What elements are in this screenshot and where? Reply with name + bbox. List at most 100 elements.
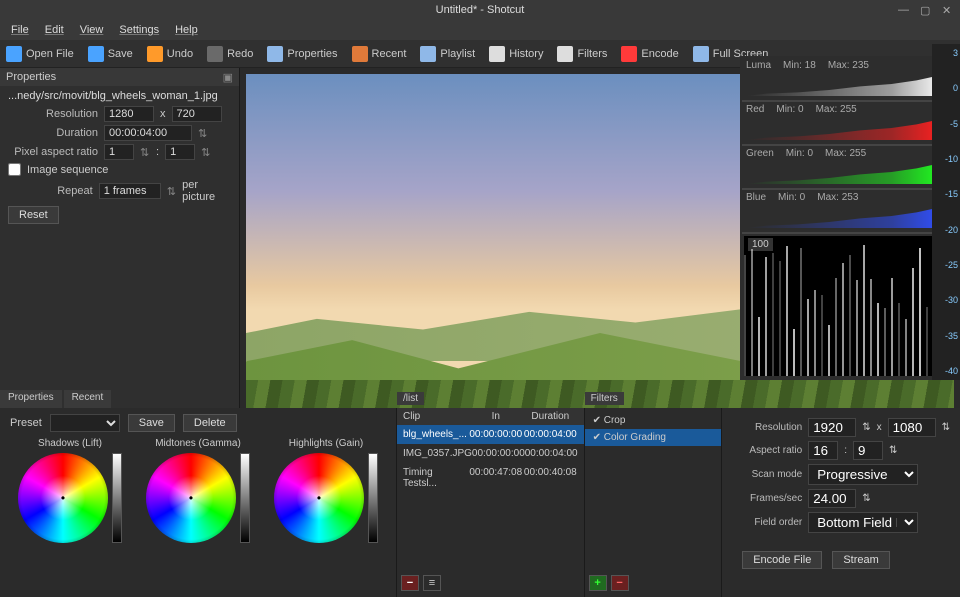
toolbar-filters[interactable]: Filters (557, 46, 607, 62)
filter-item-crop[interactable]: ✔ Crop (585, 412, 722, 429)
encode-file-button[interactable]: Encode File (742, 551, 822, 569)
color-wheel[interactable] (18, 453, 108, 543)
window-title: Untitled* - Shotcut (436, 4, 525, 16)
color-wheel[interactable] (274, 453, 364, 543)
toolbar-undo[interactable]: Undo (147, 46, 193, 62)
scope-min: Min: 18 (783, 60, 816, 71)
toolbar-recent[interactable]: Recent (352, 46, 407, 62)
column-duration[interactable]: Duration (523, 411, 578, 422)
scope-luma: LumaMin: 18Max: 235 (742, 58, 958, 102)
color-wheel[interactable] (146, 453, 236, 543)
properties-title: Properties (6, 71, 56, 83)
scope-min: Min: 0 (786, 148, 813, 159)
column-in[interactable]: In (468, 411, 523, 422)
list-mode-button[interactable]: ≡ (423, 575, 441, 591)
minimize-icon[interactable]: — (898, 4, 910, 16)
menu-settings[interactable]: Settings (112, 22, 166, 38)
reset-button[interactable]: Reset (8, 206, 59, 224)
wheel-label: Shadows (Lift) (10, 438, 130, 449)
spinner-icon[interactable]: ⇅ (198, 127, 208, 140)
toolbar-encode[interactable]: Encode (621, 46, 678, 62)
preset-save-button[interactable]: Save (128, 414, 175, 432)
scope-blue: Blue Min: 0 Max: 253 (742, 190, 958, 234)
export-width-input[interactable] (808, 418, 856, 437)
aspect-label: Aspect ratio (732, 445, 802, 456)
brightness-slider[interactable] (240, 453, 250, 543)
remove-filter-button[interactable]: − (611, 575, 629, 591)
clip-row[interactable]: Timing Testsl...00:00:47:0800:00:40:08 (397, 463, 584, 493)
wheel-shadows: Shadows (Lift) (10, 438, 130, 543)
repeat-label: Repeat (8, 185, 93, 197)
spinner-icon[interactable]: ⇅ (140, 146, 150, 159)
spinner-icon[interactable]: ⇅ (862, 422, 870, 433)
close-icon[interactable]: ✕ (942, 4, 954, 16)
brightness-slider[interactable] (112, 453, 122, 543)
tab-recent[interactable]: Recent (64, 390, 112, 408)
brightness-slider[interactable] (368, 453, 378, 543)
histogram (746, 72, 954, 96)
preset-delete-button[interactable]: Delete (183, 414, 237, 432)
toolbar-open-file[interactable]: Open File (6, 46, 74, 62)
scope-name: Blue (746, 192, 766, 203)
maximize-icon[interactable]: ▢ (920, 4, 932, 16)
save-icon (88, 46, 104, 62)
stream-button[interactable]: Stream (832, 551, 889, 569)
scan-mode-select[interactable]: Progressive (808, 464, 918, 485)
playlist-icon (420, 46, 436, 62)
resolution-height-input[interactable] (172, 106, 222, 122)
toolbar-label: Playlist (440, 48, 475, 60)
column-clip[interactable]: Clip (403, 411, 468, 422)
scope-max: Max: 253 (817, 192, 858, 203)
titlebar: Untitled* - Shotcut — ▢ ✕ (0, 0, 960, 20)
x-label: x (160, 108, 166, 120)
par-a-input[interactable] (104, 144, 134, 160)
toolbar-playlist[interactable]: Playlist (420, 46, 475, 62)
scope-min: Min: 0 (778, 192, 805, 203)
panel-close-icon[interactable]: ▣ (223, 71, 233, 84)
scope-max: Max: 235 (828, 60, 869, 71)
tab-properties[interactable]: Properties (0, 390, 62, 408)
file-path: ...nedy/src/movit/blg_wheels_woman_1.jpg (8, 90, 231, 102)
fps-input[interactable] (808, 489, 856, 508)
resolution-width-input[interactable] (104, 106, 154, 122)
aspect-a-input[interactable] (808, 441, 838, 460)
image-sequence-label: Image sequence (27, 164, 108, 176)
menu-edit[interactable]: Edit (38, 22, 71, 38)
menu-file[interactable]: File (4, 22, 36, 38)
filter-item-color-grading[interactable]: ✔ Color Grading (585, 429, 722, 446)
clip-row[interactable]: blg_wheels_...00:00:00:0000:00:04:00 (397, 425, 584, 444)
toolbar-redo[interactable]: Redo (207, 46, 253, 62)
spinner-icon[interactable]: ⇅ (862, 493, 870, 504)
db-scale: 30-5-10-15-20-25-30-35-40 (932, 44, 960, 380)
aspect-b-input[interactable] (853, 441, 883, 460)
toolbar-label: Undo (167, 48, 193, 60)
fps-label: Frames/sec (732, 493, 802, 504)
export-height-input[interactable] (888, 418, 936, 437)
wheel-midtones: Midtones (Gamma) (138, 438, 258, 543)
menu-view[interactable]: View (73, 22, 111, 38)
scope-name: Green (746, 148, 774, 159)
menubar: FileEditViewSettingsHelp (0, 20, 960, 40)
remove-clip-button[interactable]: − (401, 575, 419, 591)
preset-select[interactable] (50, 414, 120, 432)
spinner-icon[interactable]: ⇅ (201, 146, 211, 159)
repeat-input[interactable] (99, 183, 161, 199)
spinner-icon[interactable]: ⇅ (889, 445, 897, 456)
field-order-select[interactable]: Bottom Field First (808, 512, 918, 533)
toolbar-label: Open File (26, 48, 74, 60)
wheel-label: Highlights (Gain) (266, 438, 386, 449)
toolbar-label: Recent (372, 48, 407, 60)
color-grading-panel: Preset Save Delete Shadows (Lift)Midtone… (0, 408, 396, 597)
clip-row[interactable]: IMG_0357.JPG00:00:00:0000:00:04:00 (397, 444, 584, 463)
par-b-input[interactable] (165, 144, 195, 160)
add-filter-button[interactable]: + (589, 575, 607, 591)
toolbar-properties[interactable]: Properties (267, 46, 337, 62)
image-sequence-checkbox[interactable] (8, 163, 21, 176)
toolbar-label: History (509, 48, 543, 60)
spinner-icon[interactable]: ⇅ (167, 185, 176, 198)
duration-input[interactable] (104, 125, 192, 141)
toolbar-history[interactable]: History (489, 46, 543, 62)
menu-help[interactable]: Help (168, 22, 205, 38)
toolbar-save[interactable]: Save (88, 46, 133, 62)
spinner-icon[interactable]: ⇅ (942, 422, 950, 433)
